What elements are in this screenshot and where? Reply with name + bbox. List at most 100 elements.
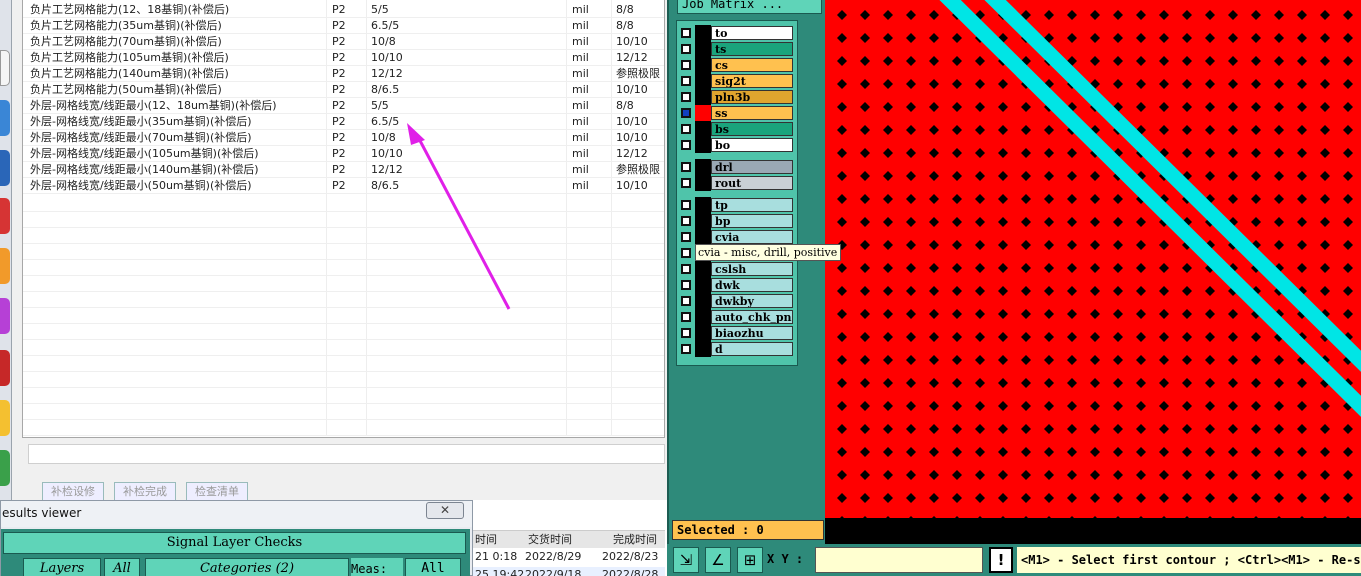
layer-color-swatch bbox=[695, 277, 711, 293]
layer-row-bp[interactable]: bp bbox=[677, 213, 797, 229]
layer-checkbox[interactable] bbox=[681, 248, 691, 258]
layer-name[interactable]: d bbox=[711, 342, 793, 356]
layer-color-swatch bbox=[695, 105, 711, 121]
layer-row-dwkby[interactable]: dwkby bbox=[677, 293, 797, 309]
layer-name[interactable]: dwk bbox=[711, 278, 793, 292]
layer-row-bo[interactable]: bo bbox=[677, 137, 797, 153]
layer-checkbox[interactable] bbox=[681, 264, 691, 274]
layer-name[interactable]: drl bbox=[711, 160, 793, 174]
layer-checkbox[interactable] bbox=[681, 344, 691, 354]
layer-row-bs[interactable]: bs bbox=[677, 121, 797, 137]
table-row[interactable]: 25 19:42 2022/9/18 2022/8/28 bbox=[473, 567, 665, 576]
layer-row-auto_chk_pn.[interactable]: auto_chk_pn. bbox=[677, 309, 797, 325]
layer-row-pln3b[interactable]: pln3b bbox=[677, 89, 797, 105]
layer-name[interactable]: cs bbox=[711, 58, 793, 72]
layer-name[interactable]: biaozhu bbox=[711, 326, 793, 340]
cell: 2022/9/18 bbox=[525, 568, 582, 576]
layer-checkbox[interactable] bbox=[681, 140, 691, 150]
layer-color-swatch bbox=[695, 89, 711, 105]
layer-color-swatch bbox=[695, 25, 711, 41]
layer-row-cslsh[interactable]: cslsh bbox=[677, 261, 797, 277]
layer-checkbox[interactable] bbox=[681, 124, 691, 134]
layer-color-swatch bbox=[695, 57, 711, 73]
annotation-arrow bbox=[407, 123, 511, 310]
board-artwork bbox=[825, 0, 1361, 520]
layer-color-swatch bbox=[695, 175, 711, 191]
layers-all-button[interactable]: All bbox=[104, 558, 140, 576]
history-table-header: 时间 交货时间 完成时间 bbox=[473, 531, 665, 548]
layer-name[interactable]: cvia bbox=[711, 230, 793, 244]
layer-list: to ts cs sig2t pln3b ss bs bo drl rout tp bp cvia csl… bbox=[676, 20, 798, 366]
layer-name[interactable]: bs bbox=[711, 122, 793, 136]
grid-snap-icon[interactable]: ⊞ bbox=[737, 547, 763, 573]
layer-name[interactable]: sig2t bbox=[711, 74, 793, 88]
xy-input[interactable] bbox=[815, 547, 983, 573]
categories-button[interactable]: Categories (2) bbox=[145, 558, 349, 576]
layer-row-drl[interactable]: drl bbox=[677, 159, 797, 175]
layer-checkbox[interactable] bbox=[681, 200, 691, 210]
results-viewer-window: esults viewer ✕ Signal Layer Checks Laye… bbox=[0, 500, 473, 576]
layer-row-d[interactable]: d bbox=[677, 341, 797, 357]
layer-row-to[interactable]: to bbox=[677, 25, 797, 41]
meas-label: Meas: bbox=[351, 558, 403, 576]
layer-checkbox[interactable] bbox=[681, 60, 691, 70]
layer-checkbox[interactable] bbox=[681, 178, 691, 188]
layer-color-swatch bbox=[695, 197, 711, 213]
warning-icon[interactable]: ! bbox=[989, 547, 1013, 573]
layer-name[interactable]: ts bbox=[711, 42, 793, 56]
layer-name[interactable]: pln3b bbox=[711, 90, 793, 104]
cell: 2022/8/23 bbox=[602, 550, 659, 563]
desktop: 负片工艺网格能力(12、18基铜)(补偿后) P2 5/5 mil 8/8 负片工艺网格能… bbox=[0, 0, 1361, 576]
table-row[interactable]: 21 0:18 2022/8/29 2022/8/23 bbox=[473, 549, 665, 564]
layer-name[interactable]: cslsh bbox=[711, 262, 793, 276]
layer-row-tp[interactable]: tp bbox=[677, 197, 797, 213]
layer-name[interactable]: ss bbox=[711, 106, 793, 120]
status-strip bbox=[825, 518, 1361, 544]
layer-row-ss[interactable]: ss bbox=[677, 105, 797, 121]
layer-row-biaozhu[interactable]: biaozhu bbox=[677, 325, 797, 341]
layer-checkbox[interactable] bbox=[681, 92, 691, 102]
layer-row-dwk[interactable]: dwk bbox=[677, 277, 797, 293]
window-title: esults viewer bbox=[1, 501, 472, 527]
layer-checkbox[interactable] bbox=[681, 216, 691, 226]
prompt-message: <M1> - Select first contour ; <Ctrl><M1>… bbox=[1017, 547, 1361, 573]
measure-angle-icon[interactable]: ∠ bbox=[705, 547, 731, 573]
layer-row-sig2t[interactable]: sig2t bbox=[677, 73, 797, 89]
layer-checkbox[interactable] bbox=[681, 296, 691, 306]
layer-row-cs[interactable]: cs bbox=[677, 57, 797, 73]
graphic-canvas[interactable] bbox=[825, 0, 1361, 520]
results-viewer-body: Signal Layer Checks Layers All Categorie… bbox=[1, 529, 470, 576]
layer-checkbox[interactable] bbox=[681, 44, 691, 54]
cell: 2022/8/28 bbox=[602, 568, 659, 576]
layer-checkbox[interactable] bbox=[681, 328, 691, 338]
layer-name[interactable]: auto_chk_pn. bbox=[711, 310, 793, 324]
history-table: 时间 交货时间 完成时间 21 0:18 2022/8/29 2022/8/23… bbox=[473, 530, 665, 576]
layer-name[interactable]: tp bbox=[711, 198, 793, 212]
layer-row-rout[interactable]: rout bbox=[677, 175, 797, 191]
layer-row-cvia[interactable]: cvia bbox=[677, 229, 797, 245]
layer-checkbox[interactable] bbox=[681, 162, 691, 172]
layer-checkbox[interactable] bbox=[681, 312, 691, 322]
job-matrix-button[interactable]: Job Matrix ... bbox=[677, 0, 822, 14]
layer-color-swatch bbox=[695, 293, 711, 309]
layer-tooltip: cvia - misc, drill, positive bbox=[695, 244, 841, 261]
header-time: 时间 bbox=[475, 533, 497, 546]
layer-name[interactable]: bp bbox=[711, 214, 793, 228]
layer-color-swatch bbox=[695, 137, 711, 153]
layer-checkbox[interactable] bbox=[681, 76, 691, 86]
layer-checkbox[interactable] bbox=[681, 232, 691, 242]
selected-count: Selected : 0 bbox=[672, 520, 824, 540]
layer-name[interactable]: bo bbox=[711, 138, 793, 152]
meas-select[interactable]: All bbox=[405, 558, 461, 576]
layers-button[interactable]: Layers bbox=[23, 558, 101, 576]
header-finish-time: 完成时间 bbox=[613, 533, 657, 546]
layer-checkbox[interactable] bbox=[681, 28, 691, 38]
layer-checkbox[interactable] bbox=[681, 108, 691, 118]
layer-name[interactable]: rout bbox=[711, 176, 793, 190]
layer-name[interactable]: to bbox=[711, 26, 793, 40]
layer-checkbox[interactable] bbox=[681, 280, 691, 290]
layer-name[interactable]: dwkby bbox=[711, 294, 793, 308]
layer-row-ts[interactable]: ts bbox=[677, 41, 797, 57]
zoom-fit-icon[interactable]: ⇲ bbox=[673, 547, 699, 573]
close-button[interactable]: ✕ bbox=[426, 502, 464, 519]
